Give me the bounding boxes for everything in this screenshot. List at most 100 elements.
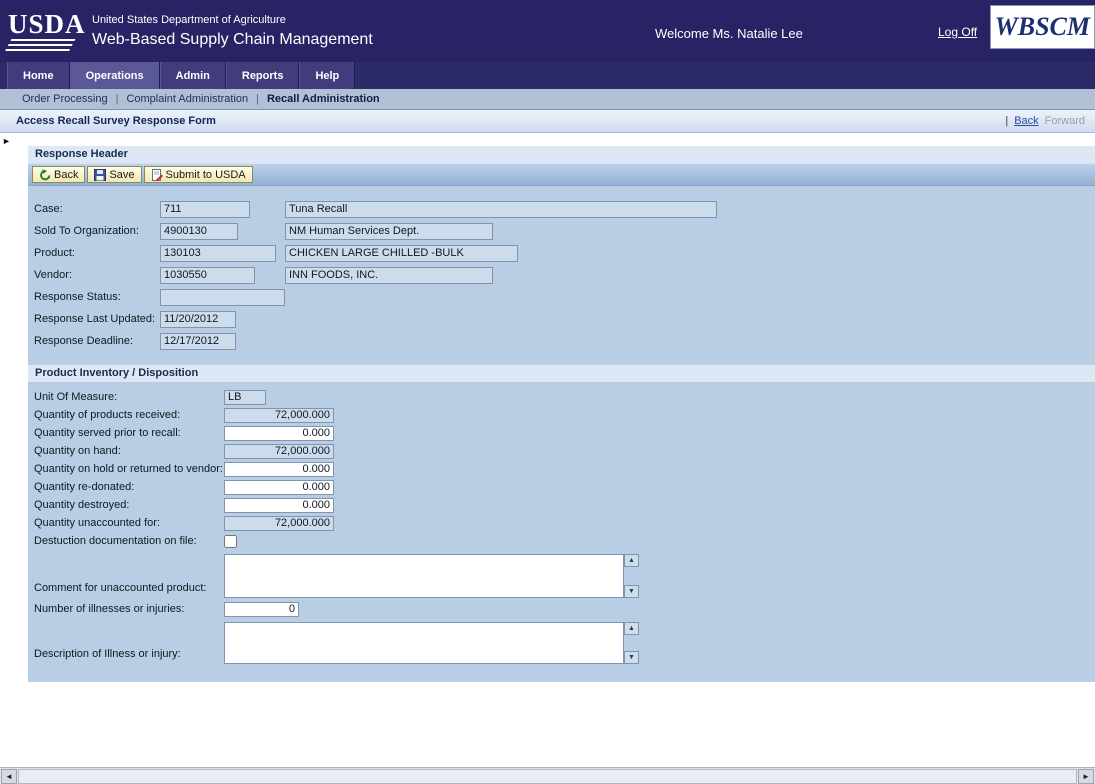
scroll-right-button[interactable]: ► <box>1078 769 1094 784</box>
description-scrollbar: ▲ ▼ <box>624 622 639 664</box>
product-label: Product: <box>34 247 160 259</box>
uom-label: Unit Of Measure: <box>34 391 224 403</box>
field-row-vendor: Vendor: <box>28 264 1095 286</box>
scroll-up-icon[interactable]: ▲ <box>624 554 639 567</box>
vendor-label: Vendor: <box>34 269 160 281</box>
illnesses-input[interactable] <box>224 602 299 617</box>
field-row-destruction-doc: Destuction documentation on file: <box>28 532 1095 550</box>
case-code-slot <box>160 201 285 218</box>
field-row-case: Case: <box>28 198 1095 220</box>
product-name-field <box>285 245 518 262</box>
scroll-down-icon[interactable]: ▼ <box>624 585 639 598</box>
sold-to-code-field <box>160 223 238 240</box>
comment-scrollbar: ▲ ▼ <box>624 554 639 598</box>
field-row-qty-received: Quantity of products received: <box>28 406 1095 424</box>
page-title-bar: Access Recall Survey Response Form | Bac… <box>0 110 1095 133</box>
back-button[interactable]: Back <box>32 166 85 183</box>
product-code-field <box>160 245 276 262</box>
collapse-panel-arrow-icon[interactable]: ► <box>2 136 11 146</box>
deadline-label: Response Deadline: <box>34 335 160 347</box>
sold-to-name-field <box>285 223 493 240</box>
qty-unaccounted-field <box>224 516 334 531</box>
last-updated-label: Response Last Updated: <box>34 313 160 325</box>
tab-admin[interactable]: Admin <box>160 62 226 89</box>
usda-logo-text: USDA <box>8 11 80 37</box>
field-row-response-status: Response Status: <box>28 286 1095 308</box>
page-title: Access Recall Survey Response Form <box>16 115 216 127</box>
save-button-label: Save <box>109 169 134 181</box>
field-row-qty-destroyed: Quantity destroyed: <box>28 496 1095 514</box>
history-forward-link: Forward <box>1045 115 1085 127</box>
qty-redonated-input[interactable] <box>224 480 334 495</box>
scroll-up-icon[interactable]: ▲ <box>624 622 639 635</box>
scroll-down-icon[interactable]: ▼ <box>624 651 639 664</box>
scroll-left-button[interactable]: ◄ <box>1 769 17 784</box>
field-row-qty-served: Quantity served prior to recall: <box>28 424 1095 442</box>
form-toolbar: Back Save Submit to USDA <box>28 163 1095 186</box>
description-textarea[interactable] <box>224 622 624 664</box>
field-row-last-updated: Response Last Updated: <box>28 308 1095 330</box>
tab-home[interactable]: Home <box>7 62 70 89</box>
app-header: USDA United States Department of Agricul… <box>0 0 1095 62</box>
back-icon <box>39 169 51 181</box>
qty-on-hand-field <box>224 444 334 459</box>
section-product-inventory: Product Inventory / Disposition <box>28 365 1095 382</box>
deadline-field <box>160 333 236 350</box>
back-button-label: Back <box>54 169 78 181</box>
description-label: Description of Illness or injury: <box>34 648 224 664</box>
vendor-name-field <box>285 267 493 284</box>
usda-logo-stripes <box>5 39 76 52</box>
welcome-text: Welcome Ms. Natalie Lee <box>655 26 803 41</box>
operations-subnav: Order Processing | Complaint Administrat… <box>0 89 1095 110</box>
qty-on-hold-input[interactable] <box>224 462 334 477</box>
qty-served-label: Quantity served prior to recall: <box>34 427 224 439</box>
subnav-order-processing[interactable]: Order Processing <box>14 93 116 105</box>
sold-to-label: Sold To Organization: <box>34 225 160 237</box>
field-row-illnesses: Number of illnesses or injuries: <box>28 600 1095 618</box>
last-updated-field <box>160 311 236 328</box>
case-name-field <box>285 201 717 218</box>
horizontal-scrollbar[interactable]: ◄ ► <box>0 767 1095 784</box>
qty-on-hold-label: Quantity on hold or returned to vendor: <box>34 463 224 475</box>
field-row-sold-to: Sold To Organization: <box>28 220 1095 242</box>
tab-operations[interactable]: Operations <box>70 62 160 89</box>
horizontal-scrollbar-thumb[interactable] <box>18 769 1077 784</box>
history-back-link[interactable]: Back <box>1014 115 1038 127</box>
comment-label: Comment for unaccounted product: <box>34 582 224 598</box>
qty-on-hand-label: Quantity on hand: <box>34 445 224 457</box>
history-nav: | Back Forward <box>1005 115 1085 127</box>
field-row-comment: Comment for unaccounted product: ▲ ▼ <box>28 554 1095 598</box>
field-row-uom: Unit Of Measure: <box>28 388 1095 406</box>
field-row-product: Product: <box>28 242 1095 264</box>
tab-reports[interactable]: Reports <box>226 62 300 89</box>
response-status-field <box>160 289 285 306</box>
case-code-field <box>160 201 250 218</box>
field-row-qty-on-hand: Quantity on hand: <box>28 442 1095 460</box>
save-icon <box>94 169 106 181</box>
logoff-link[interactable]: Log Off <box>938 25 977 39</box>
destruction-doc-label: Destuction documentation on file: <box>34 535 224 547</box>
history-separator: | <box>1005 115 1008 127</box>
save-button[interactable]: Save <box>87 166 141 183</box>
section-response-header: Response Header <box>28 146 1095 163</box>
recall-survey-response-form: Response Header Back Save Submit to USDA <box>28 146 1095 682</box>
spacer <box>28 186 1095 198</box>
qty-served-input[interactable] <box>224 426 334 441</box>
tab-help[interactable]: Help <box>299 62 355 89</box>
subnav-complaint-administration[interactable]: Complaint Administration <box>118 93 256 105</box>
submit-to-usda-button[interactable]: Submit to USDA <box>144 166 253 183</box>
vendor-code-slot <box>160 267 285 284</box>
field-row-qty-unaccounted: Quantity unaccounted for: <box>28 514 1095 532</box>
subnav-recall-administration[interactable]: Recall Administration <box>259 93 388 105</box>
qty-destroyed-input[interactable] <box>224 498 334 513</box>
wbscm-app: { "header": { "usda_logo": "USDA", "agen… <box>0 0 1095 784</box>
submit-icon <box>151 169 163 181</box>
app-title: Web-Based Supply Chain Management <box>92 31 373 49</box>
comment-textarea[interactable] <box>224 554 624 598</box>
wbscm-logo: WBSCM <box>990 5 1095 49</box>
vendor-code-field <box>160 267 255 284</box>
main-nav-tabbar: Home Operations Admin Reports Help <box>0 62 1095 89</box>
sold-to-code-slot <box>160 223 285 240</box>
agency-line: United States Department of Agriculture <box>92 14 373 26</box>
destruction-doc-checkbox[interactable] <box>224 535 237 548</box>
